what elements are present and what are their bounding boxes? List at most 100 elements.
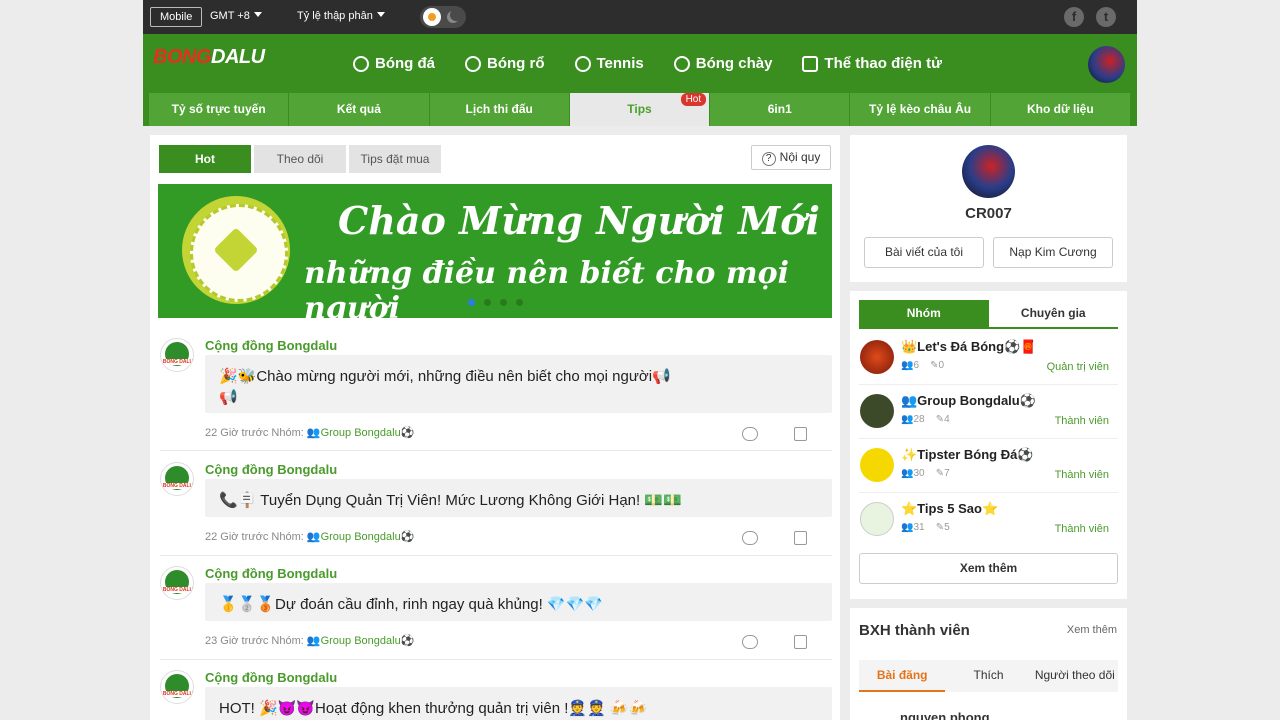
group-name: ⭐Tips 5 Sao⭐	[901, 501, 999, 516]
tab-live-scores[interactable]: Tỷ số trực tuyến	[149, 93, 289, 126]
post-author[interactable]: Cộng đồng Bongdalu	[205, 338, 337, 353]
ranking-user-name[interactable]: nguyen phong	[900, 710, 990, 720]
caret-down-icon	[376, 12, 385, 17]
nav-baseball[interactable]: Bóng chày	[673, 34, 772, 93]
post-group-link[interactable]: 👥Group Bongdalu⚽	[307, 531, 415, 543]
tab-groups[interactable]: Nhóm	[859, 300, 989, 327]
post-group-link[interactable]: 👥Group Bongdalu⚽	[307, 635, 415, 647]
feed-tab-hot[interactable]: Hot	[159, 145, 251, 173]
gamepad-icon	[802, 55, 819, 72]
post-content[interactable]: 🥇🥈🥉Dự đoán cầu đỉnh, rinh ngay quà khủng…	[205, 583, 832, 621]
post-time: 23 Giờ trước Nhóm:	[205, 635, 304, 647]
group-row[interactable]: 👥Group Bongdalu⚽ 👥28 ✎4 Thành viên	[859, 385, 1118, 439]
tab-schedule[interactable]: Lịch thi đấu	[429, 93, 569, 126]
tab-experts[interactable]: Chuyên gia	[989, 300, 1119, 327]
members-icon: 👥	[901, 414, 914, 425]
tab-euro-odds[interactable]: Tỷ lệ kèo châu Âu	[850, 93, 990, 126]
ranking-tab-followers[interactable]: Người theo dõi	[1032, 660, 1118, 692]
user-avatar[interactable]	[1088, 46, 1125, 83]
carousel-dot[interactable]	[468, 299, 475, 306]
post-text-line2: 📢	[219, 389, 238, 406]
like-icon[interactable]	[794, 635, 807, 649]
members-icon: 👥	[901, 522, 914, 533]
nav-football-label: Bóng đá	[375, 55, 435, 72]
nav-tennis[interactable]: Tennis	[574, 34, 644, 93]
rules-button[interactable]: ? Nội quy	[751, 145, 831, 170]
post-author[interactable]: Cộng đồng Bongdalu	[205, 670, 337, 685]
members-icon: 👥	[901, 360, 914, 371]
post-group-link[interactable]: 👥Group Bongdalu⚽	[307, 427, 415, 439]
post-author[interactable]: Cộng đồng Bongdalu	[205, 462, 337, 477]
tab-results[interactable]: Kết quả	[289, 93, 429, 126]
like-icon[interactable]	[794, 531, 807, 545]
top-up-diamond-button[interactable]: Nạp Kim Cương	[993, 237, 1113, 268]
post-item: Cộng đồng Bongdalu 🎉🐝Chào mừng người mới…	[160, 338, 832, 442]
see-more-groups-button[interactable]: Xem thêm	[859, 553, 1118, 584]
nav-esports-label: Thể thao điện tử	[824, 55, 942, 72]
pencil-icon: ✎	[930, 360, 939, 371]
tab-database[interactable]: Kho dữ liệu	[990, 93, 1130, 126]
tab-tips[interactable]: Tips Hot	[569, 93, 710, 126]
tab-tips-label: Tips	[627, 102, 652, 116]
group-role: Thành viên	[1054, 469, 1109, 481]
post-content[interactable]: HOT! 🎉😈😈Hoạt động khen thưởng quản trị v…	[205, 687, 832, 720]
group-row[interactable]: ✨Tipster Bóng Đá⚽ 👥30 ✎7 Thành viên	[859, 439, 1118, 493]
divider	[160, 450, 832, 451]
group-posts: 5	[944, 522, 950, 533]
ranking-tab-posts[interactable]: Bài đăng	[859, 660, 946, 692]
feed-tab-following[interactable]: Theo dõi	[254, 145, 346, 173]
profile-avatar[interactable]	[962, 145, 1015, 198]
post-avatar[interactable]	[160, 670, 194, 704]
post-author[interactable]: Cộng đồng Bongdalu	[205, 566, 337, 581]
theme-toggle[interactable]	[420, 6, 466, 28]
like-icon[interactable]	[794, 427, 807, 441]
tennis-icon	[574, 55, 591, 72]
carousel-dot[interactable]	[516, 299, 523, 306]
post-content[interactable]: 📞🪧 Tuyển Dụng Quản Trị Viên! Mức Lương K…	[205, 479, 832, 517]
post-item: Cộng đồng Bongdalu 🥇🥈🥉Dự đoán cầu đỉnh, …	[160, 566, 832, 656]
nav-basketball[interactable]: Bóng rổ	[465, 34, 545, 93]
group-row[interactable]: ⭐Tips 5 Sao⭐ 👥31 ✎5 Thành viên	[859, 493, 1118, 547]
group-members: 31	[913, 522, 925, 533]
carousel-dot[interactable]	[484, 299, 491, 306]
welcome-banner[interactable]: Chào Mừng Người Mới những điều nên biết …	[158, 184, 832, 318]
group-members: 28	[913, 414, 925, 425]
timezone-select[interactable]: GMT +8	[210, 10, 262, 22]
nav-football[interactable]: Bóng đá	[353, 34, 435, 93]
rules-label: Nội quy	[779, 150, 821, 164]
twitter-icon[interactable]: t	[1096, 7, 1116, 27]
comment-icon[interactable]	[742, 531, 758, 545]
ranking-see-more-link[interactable]: Xem thêm	[1067, 624, 1117, 636]
ranking-title: BXH thành viên	[859, 622, 970, 639]
feed-tab-paid-tips[interactable]: Tips đặt mua	[349, 145, 441, 173]
post-avatar[interactable]	[160, 462, 194, 496]
group-avatar	[860, 502, 894, 536]
ranking-tab-likes[interactable]: Thích	[945, 660, 1031, 692]
pencil-icon: ✎	[935, 468, 945, 479]
group-row[interactable]: 👑Let's Đá Bóng⚽🧧 👥6 ✎0 Quản trị viên	[859, 331, 1118, 385]
main-header: BONGDALU Bóng đá Bóng rổ Tennis Bóng chà…	[143, 34, 1137, 93]
comment-icon[interactable]	[742, 427, 758, 441]
carousel-dots	[468, 299, 532, 306]
my-posts-button[interactable]: Bài viết của tôi	[864, 237, 984, 268]
divider	[160, 659, 832, 660]
nav-esports[interactable]: Thể thao điện tử	[802, 34, 942, 93]
odds-format-select[interactable]: Tỷ lệ thập phân	[297, 10, 385, 22]
tab-6in1[interactable]: 6in1	[710, 93, 850, 126]
mobile-button[interactable]: Mobile	[150, 7, 203, 27]
carousel-dot[interactable]	[500, 299, 507, 306]
feed-panel: Hot Theo dõi Tips đặt mua ? Nội quy Chào …	[150, 135, 840, 720]
baseball-icon	[673, 55, 690, 72]
post-avatar[interactable]	[160, 566, 194, 600]
banner-subtitle: những điều nên biết cho mọi người	[304, 256, 789, 318]
post-avatar[interactable]	[160, 338, 194, 372]
site-logo[interactable]: BONGDALU	[153, 46, 265, 69]
comment-icon[interactable]	[742, 635, 758, 649]
facebook-icon[interactable]: f	[1064, 7, 1084, 27]
group-stats: 👥30 ✎7	[901, 468, 950, 479]
post-content[interactable]: 🎉🐝Chào mừng người mới, những điều nên bi…	[205, 355, 832, 413]
group-name: ✨Tipster Bóng Đá⚽	[901, 447, 1034, 462]
group-posts: 7	[944, 468, 950, 479]
group-stats: 👥31 ✎5	[901, 522, 950, 533]
group-members: 6	[913, 360, 920, 371]
